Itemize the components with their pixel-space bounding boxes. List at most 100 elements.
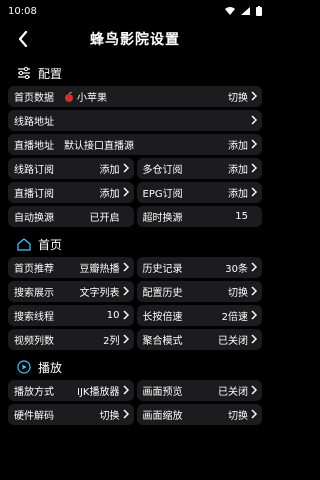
row-label: 首页推荐 [14, 264, 54, 275]
home-row-1: 首页推荐 豆瓣热播 历史记录 30条 [8, 257, 262, 278]
row-value: 切换 [228, 288, 248, 299]
chevron-right-icon [122, 187, 129, 197]
row-label: 超时换源 [142, 213, 183, 224]
video-columns-card[interactable]: 视频列数 2列 [8, 329, 134, 350]
row-value: 15 [235, 211, 248, 222]
row-label: 历史记录 [142, 264, 183, 275]
home-row-3: 搜索线程 10 长按倍速 2倍速 [8, 305, 262, 326]
row-action: 添加 [228, 165, 248, 176]
row-label: 配置历史 [142, 288, 183, 299]
search-threads-card[interactable]: 搜索线程 10 [8, 305, 134, 326]
hardware-decode-card[interactable]: 硬件解码 切换 [8, 404, 134, 425]
chevron-right-icon [251, 163, 258, 173]
home-row-4: 视频列数 2列 聚合模式 已关闭 [8, 329, 262, 350]
row-label: 聚合模式 [142, 336, 183, 347]
play-method-card[interactable]: 播放方式 IJK播放器 [8, 380, 134, 401]
row-value: 10 [106, 310, 120, 321]
row-value: 已关闭 [218, 387, 248, 398]
row-value: 切换 [99, 411, 120, 422]
row-action: 添加 [228, 189, 248, 200]
play-row-1: 播放方式 IJK播放器 画面预览 已关闭 [8, 380, 262, 401]
chevron-right-icon [251, 310, 258, 320]
home-data-row[interactable]: 首页数据 小苹果 切换 [8, 86, 262, 107]
home-icon [16, 236, 32, 252]
signal-icon [241, 7, 250, 15]
sliders-icon [16, 65, 32, 81]
chevron-right-icon [251, 91, 258, 101]
multi-repo-subscription-card[interactable]: 多仓订阅 添加 [136, 158, 262, 179]
row-description: 默认接口直播源 [64, 141, 134, 152]
row-label: 长按倍速 [142, 312, 183, 323]
chevron-right-icon [122, 262, 129, 272]
wifi-icon [225, 7, 235, 15]
row-label: 搜索展示 [14, 288, 54, 299]
row-label: EPG订阅 [142, 189, 183, 200]
scale-card[interactable]: 画面缩放 切换 [136, 404, 262, 425]
row-label: 线路订阅 [14, 165, 54, 176]
row-label: 线路地址 [14, 117, 54, 128]
switch-row: 自动换源 已开启 超时换源 15 [8, 206, 262, 227]
chevron-right-icon [251, 115, 258, 125]
battery-icon [256, 6, 262, 16]
title-bar: 蜂鸟影院设置 [0, 22, 270, 56]
search-display-card[interactable]: 搜索展示 文字列表 [8, 281, 134, 302]
auto-switch-card[interactable]: 自动换源 已开启 [8, 206, 134, 227]
preview-card[interactable]: 画面预览 已关闭 [136, 380, 262, 401]
source-label: 小苹果 [77, 93, 107, 104]
status-time: 10:08 [8, 5, 37, 17]
source-name: 小苹果 [64, 89, 228, 104]
back-button[interactable] [12, 28, 34, 50]
row-value: 已开启 [89, 213, 120, 224]
row-label: 首页数据 [14, 93, 54, 104]
row-label: 直播订阅 [14, 189, 54, 200]
section-title: 配置 [38, 66, 63, 81]
row-value: 2倍速 [221, 312, 248, 323]
status-bar: 10:08 [0, 0, 270, 22]
history-card[interactable]: 历史记录 30条 [136, 257, 262, 278]
long-press-speed-card[interactable]: 长按倍速 2倍速 [136, 305, 262, 326]
chevron-right-icon [122, 163, 129, 173]
status-icons [225, 6, 262, 16]
chevron-right-icon [122, 310, 129, 320]
aggregate-mode-card[interactable]: 聚合模式 已关闭 [136, 329, 262, 350]
row-value: 切换 [228, 411, 248, 422]
section-title: 首页 [38, 237, 63, 252]
row-label: 搜索线程 [14, 312, 54, 323]
live-address-row[interactable]: 直播地址 默认接口直播源 添加 [8, 134, 262, 155]
chevron-right-icon [122, 385, 129, 395]
row-label: 自动换源 [14, 213, 54, 224]
row-value: 30条 [225, 264, 248, 275]
row-label: 硬件解码 [14, 411, 54, 422]
subscription-row-2: 直播订阅 添加 EPG订阅 添加 [8, 182, 262, 203]
chevron-right-icon [251, 286, 258, 296]
chevron-right-icon [251, 385, 258, 395]
timeout-switch-card[interactable]: 超时换源 15 [136, 206, 262, 227]
row-label: 播放方式 [14, 387, 54, 398]
section-home: 首页 [0, 231, 270, 257]
row-action: 添加 [228, 141, 248, 152]
row-value: 文字列表 [79, 288, 120, 299]
line-subscription-card[interactable]: 线路订阅 添加 [8, 158, 134, 179]
epg-subscription-card[interactable]: EPG订阅 添加 [136, 182, 262, 203]
line-address-row[interactable]: 线路地址 [8, 110, 262, 131]
chevron-right-icon [122, 286, 129, 296]
chevron-right-icon [251, 262, 258, 272]
config-history-card[interactable]: 配置历史 切换 [136, 281, 262, 302]
row-action: 添加 [99, 165, 120, 176]
home-recommend-card[interactable]: 首页推荐 豆瓣热播 [8, 257, 134, 278]
back-arrow-icon [18, 31, 28, 47]
row-label: 画面缩放 [142, 411, 183, 422]
row-value: IJK播放器 [77, 387, 120, 398]
live-subscription-card[interactable]: 直播订阅 添加 [8, 182, 134, 203]
section-config: 配置 [0, 60, 270, 86]
section-play: 播放 [0, 354, 270, 380]
row-action: 添加 [99, 189, 120, 200]
row-action: 切换 [228, 93, 248, 104]
row-label: 视频列数 [14, 336, 54, 347]
chevron-right-icon [251, 139, 258, 149]
row-label: 画面预览 [142, 387, 183, 398]
apple-icon [65, 91, 73, 102]
row-value: 已关闭 [218, 336, 248, 347]
play-row-2: 硬件解码 切换 画面缩放 切换 [8, 404, 262, 425]
section-title: 播放 [38, 360, 63, 375]
